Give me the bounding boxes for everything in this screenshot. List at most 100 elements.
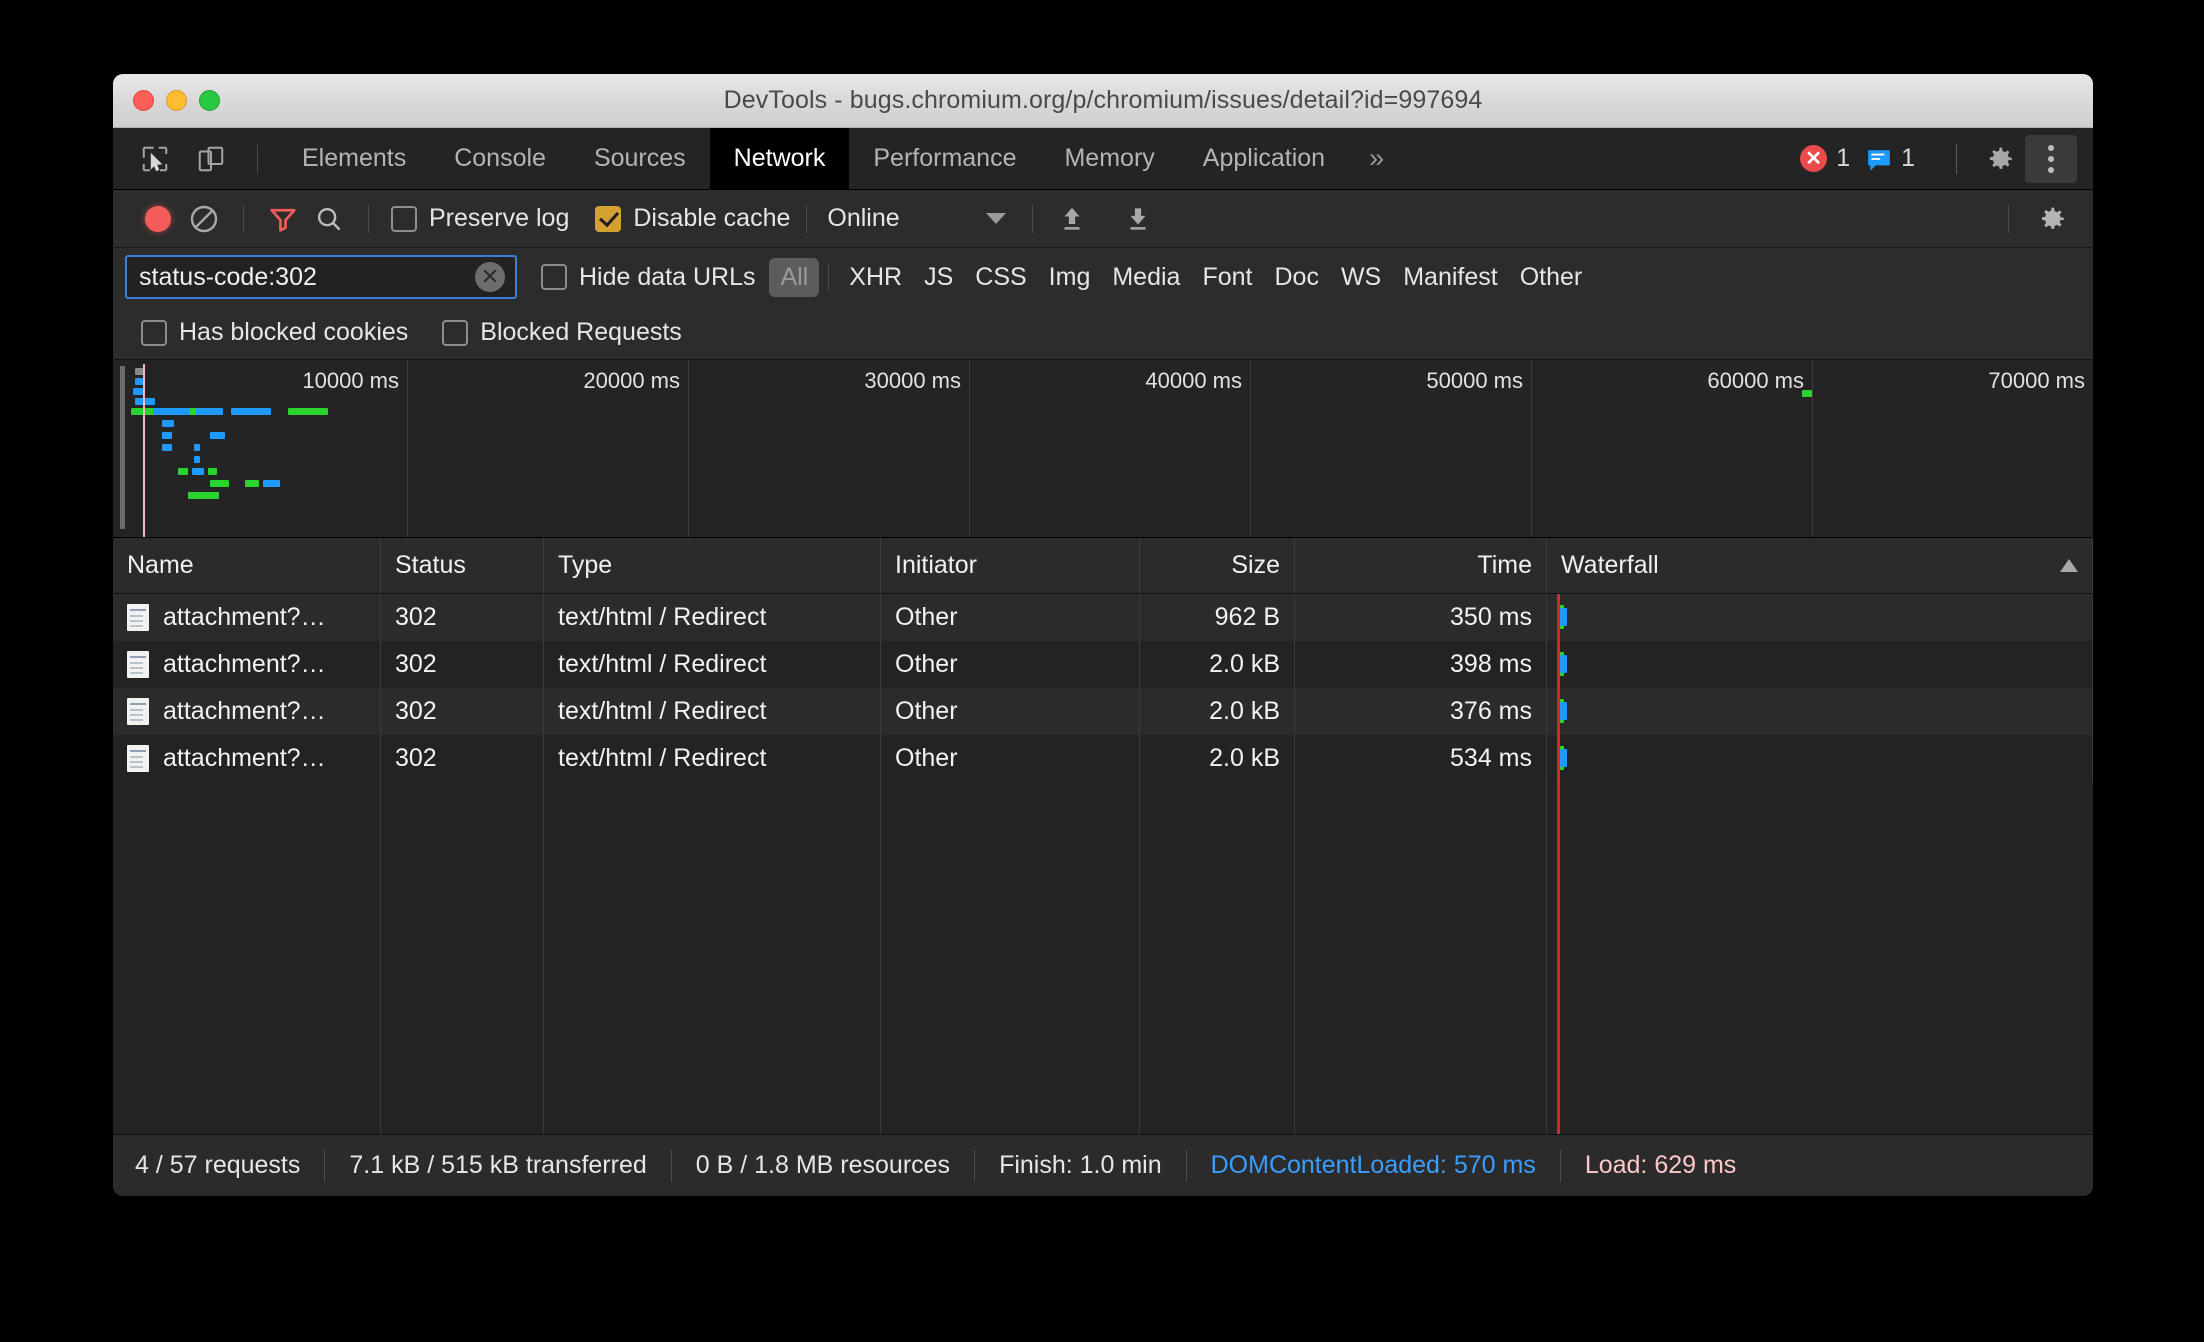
overview-load-line bbox=[143, 364, 146, 537]
chip-img[interactable]: Img bbox=[1038, 258, 1102, 297]
filter-icon[interactable] bbox=[260, 196, 306, 242]
chip-manifest[interactable]: Manifest bbox=[1392, 258, 1508, 297]
overview-request-bar bbox=[209, 480, 230, 487]
overview-request-bar bbox=[262, 480, 281, 487]
chip-css[interactable]: CSS bbox=[964, 258, 1037, 297]
tabbar-divider bbox=[257, 144, 258, 173]
status-load: Load: 629 ms bbox=[1584, 1151, 1737, 1179]
table-row[interactable]: attachment?… 302 text/html / Redirect Ot… bbox=[113, 594, 2093, 641]
tab-network[interactable]: Network bbox=[709, 128, 850, 189]
clear-icon[interactable] bbox=[181, 196, 227, 242]
cell-time: 534 ms bbox=[1295, 735, 1547, 782]
network-overview[interactable]: 10000 ms 20000 ms 30000 ms 40000 ms 5000… bbox=[113, 360, 2093, 538]
tab-elements[interactable]: Elements bbox=[278, 128, 430, 189]
has-blocked-cookies-label: Has blocked cookies bbox=[179, 318, 409, 346]
has-blocked-cookies-checkbox[interactable]: Has blocked cookies bbox=[141, 318, 408, 347]
upload-icon[interactable] bbox=[1049, 196, 1095, 242]
cell-size: 2.0 kB bbox=[1140, 641, 1295, 688]
throttling-select[interactable]: Online bbox=[827, 204, 1006, 233]
chip-other[interactable]: Other bbox=[1509, 258, 1594, 297]
chip-js[interactable]: JS bbox=[913, 258, 964, 297]
network-toolbar-right bbox=[1992, 195, 2093, 243]
cell-initiator: Other bbox=[881, 688, 1140, 735]
column-header-initiator[interactable]: Initiator bbox=[881, 538, 1140, 593]
cell-waterfall bbox=[1547, 735, 2093, 782]
network-settings-gear-icon[interactable] bbox=[2025, 195, 2077, 243]
tab-performance[interactable]: Performance bbox=[849, 128, 1040, 189]
tabbar-right-group: ✕ 1 1 bbox=[1800, 128, 2093, 189]
panel-tabs: Elements Console Sources Network Perform… bbox=[278, 128, 1404, 189]
overview-request-bar bbox=[132, 388, 143, 395]
tab-application[interactable]: Application bbox=[1179, 128, 1349, 189]
cell-size: 962 B bbox=[1140, 594, 1295, 641]
disable-cache-box bbox=[595, 205, 622, 232]
clear-input-icon[interactable]: ✕ bbox=[475, 262, 505, 292]
network-status-bar: 4 / 57 requests 7.1 kB / 515 kB transfer… bbox=[113, 1134, 2093, 1196]
search-input[interactable]: status-code:302 ✕ bbox=[125, 255, 517, 299]
column-header-size[interactable]: Size bbox=[1140, 538, 1295, 593]
cell-initiator: Other bbox=[881, 594, 1140, 641]
inspect-cursor-icon[interactable] bbox=[135, 139, 175, 179]
toolbar-divider-4 bbox=[1031, 204, 1033, 233]
cell-status: 302 bbox=[381, 735, 544, 782]
more-vertical-icon[interactable] bbox=[2025, 134, 2077, 183]
network-toolbar: Preserve log Disable cache Online bbox=[113, 190, 2093, 248]
document-icon bbox=[127, 745, 149, 772]
chip-divider bbox=[828, 263, 830, 291]
tab-sources[interactable]: Sources bbox=[570, 128, 710, 189]
cell-status: 302 bbox=[381, 641, 544, 688]
search-icon[interactable] bbox=[306, 196, 352, 242]
has-blocked-cookies-box bbox=[141, 319, 167, 346]
table-row[interactable]: attachment?… 302 text/html / Redirect Ot… bbox=[113, 735, 2093, 782]
cell-type: text/html / Redirect bbox=[544, 594, 881, 641]
gear-icon[interactable] bbox=[1973, 135, 2025, 183]
error-count: 1 bbox=[1836, 144, 1851, 172]
chevron-down-icon bbox=[985, 213, 1006, 224]
overview-request-bar bbox=[162, 432, 173, 439]
chip-doc[interactable]: Doc bbox=[1263, 258, 1329, 297]
tabbar-right-divider bbox=[1956, 143, 1957, 174]
table-row[interactable]: attachment?… 302 text/html / Redirect Ot… bbox=[113, 688, 2093, 735]
cell-name: attachment?… bbox=[113, 688, 381, 735]
status-divider bbox=[1185, 1149, 1187, 1182]
document-icon bbox=[127, 604, 149, 631]
record-icon[interactable] bbox=[135, 196, 181, 242]
cell-name: attachment?… bbox=[113, 735, 381, 782]
error-badge[interactable]: ✕ 1 1 bbox=[1800, 144, 1922, 173]
cell-name: attachment?… bbox=[113, 641, 381, 688]
window-title: DevTools - bugs.chromium.org/p/chromium/… bbox=[723, 86, 1483, 114]
overview-gutter bbox=[113, 360, 127, 537]
message-icon bbox=[1866, 147, 1892, 171]
tab-memory[interactable]: Memory bbox=[1040, 128, 1178, 189]
hide-data-urls-checkbox[interactable]: Hide data URLs bbox=[541, 263, 755, 292]
preserve-log-label: Preserve log bbox=[429, 204, 570, 232]
chip-media[interactable]: Media bbox=[1101, 258, 1191, 297]
column-header-name[interactable]: Name bbox=[113, 538, 381, 593]
overview-request-bar bbox=[187, 492, 220, 499]
tab-console[interactable]: Console bbox=[430, 128, 570, 189]
document-icon bbox=[127, 698, 149, 725]
cell-name-text: attachment?… bbox=[163, 603, 326, 631]
device-toolbar-icon[interactable] bbox=[191, 139, 231, 179]
blocked-requests-checkbox[interactable]: Blocked Requests bbox=[442, 318, 682, 347]
blocked-requests-label: Blocked Requests bbox=[480, 318, 682, 346]
cell-initiator: Other bbox=[881, 735, 1140, 782]
cell-size: 2.0 kB bbox=[1140, 688, 1295, 735]
disable-cache-checkbox[interactable]: Disable cache bbox=[595, 204, 790, 233]
table-row[interactable]: attachment?… 302 text/html / Redirect Ot… bbox=[113, 641, 2093, 688]
screen: DevTools - bugs.chromium.org/p/chromium/… bbox=[0, 0, 2204, 1342]
download-icon[interactable] bbox=[1115, 196, 1161, 242]
chip-all[interactable]: All bbox=[769, 257, 820, 297]
chip-font[interactable]: Font bbox=[1191, 258, 1263, 297]
document-icon bbox=[127, 651, 149, 678]
column-header-time[interactable]: Time bbox=[1295, 538, 1547, 593]
column-header-waterfall[interactable]: Waterfall bbox=[1547, 538, 2093, 593]
chip-xhr[interactable]: XHR bbox=[838, 258, 913, 297]
toolbar-divider-3 bbox=[806, 204, 808, 233]
chip-ws[interactable]: WS bbox=[1330, 258, 1392, 297]
more-tabs-button[interactable]: » bbox=[1349, 128, 1404, 189]
window-titlebar: DevTools - bugs.chromium.org/p/chromium/… bbox=[113, 74, 2093, 128]
column-header-status[interactable]: Status bbox=[381, 538, 544, 593]
preserve-log-checkbox[interactable]: Preserve log bbox=[391, 204, 569, 233]
column-header-type[interactable]: Type bbox=[544, 538, 881, 593]
